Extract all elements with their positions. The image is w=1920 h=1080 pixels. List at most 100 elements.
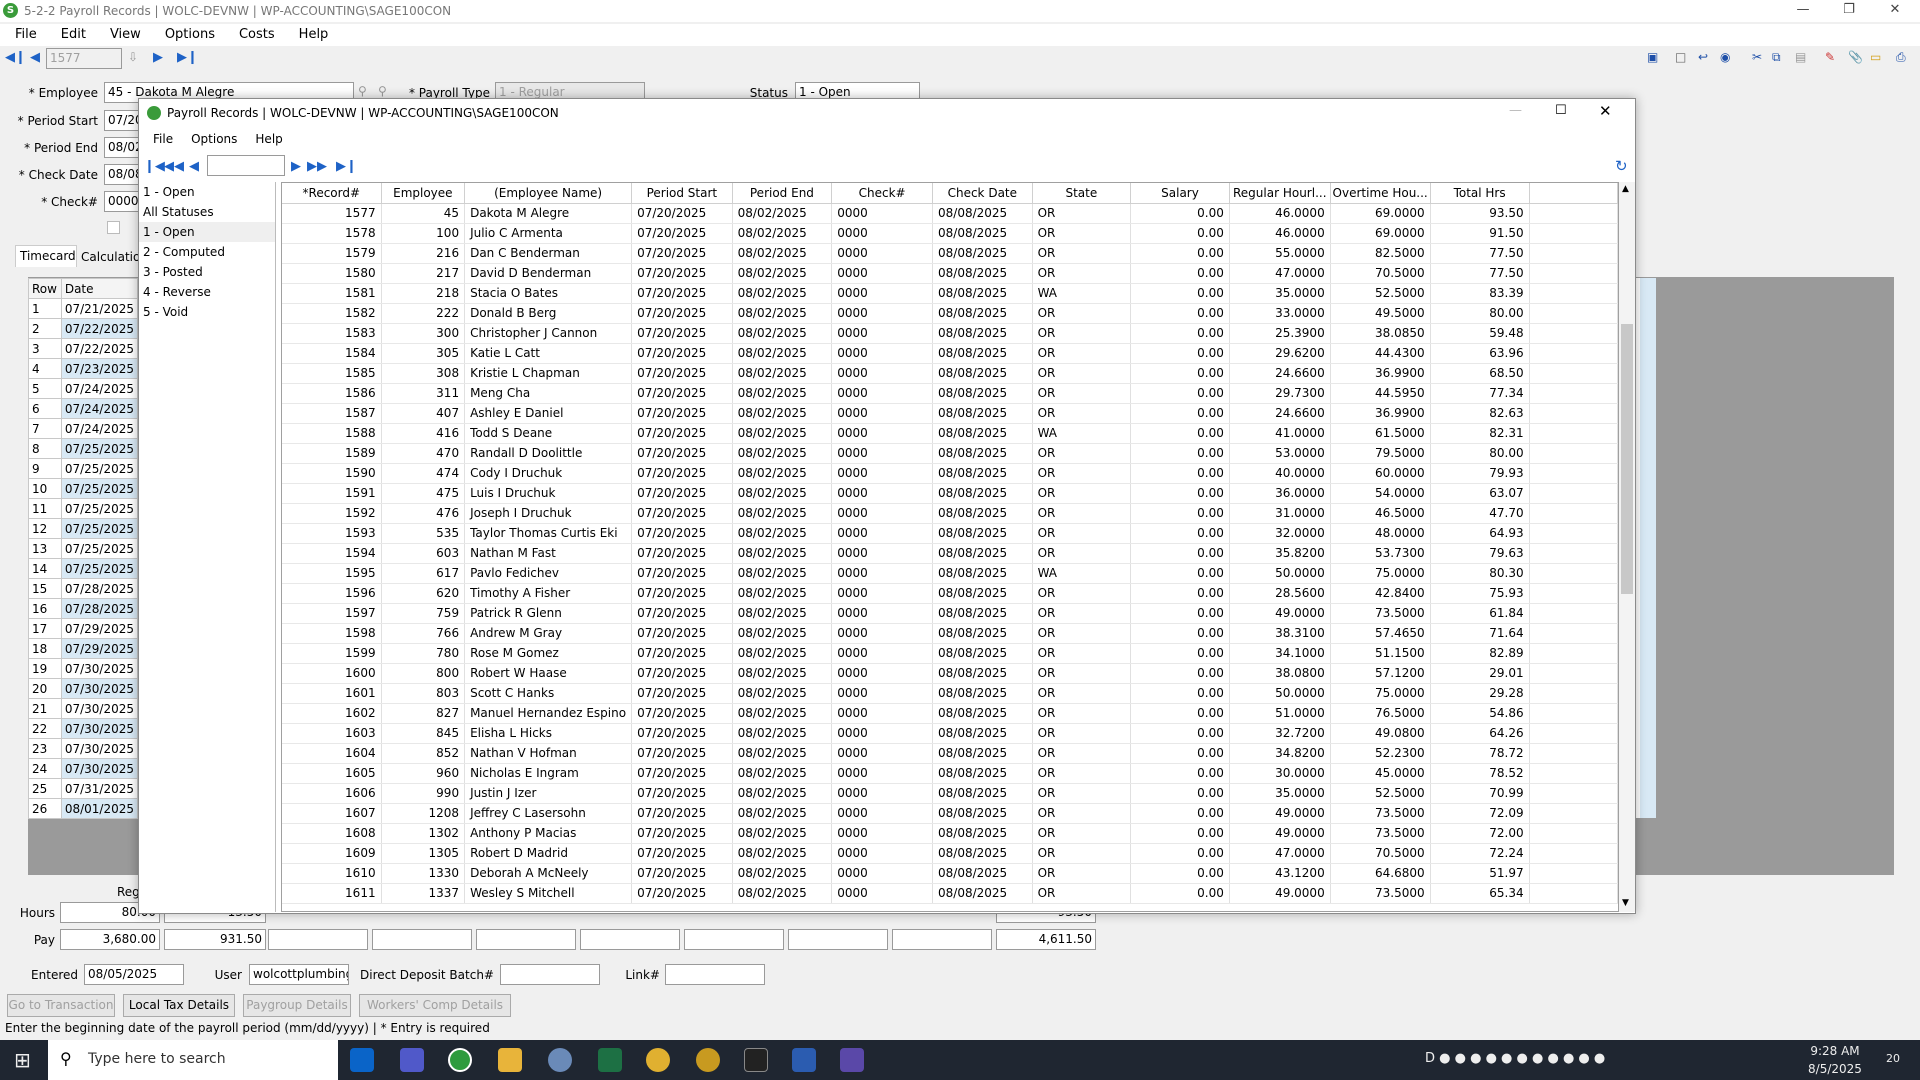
status-selected[interactable]: 1 - Open	[139, 182, 275, 202]
column-header[interactable]: Employee	[381, 183, 466, 204]
timecard-row[interactable]: 14 07/25/2025	[28, 558, 139, 579]
remote-desktop-icon[interactable]	[548, 1048, 572, 1072]
lookup-icon[interactable]: ⚲	[358, 84, 367, 98]
table-row[interactable]: 1608 1302 Anthony P Macias 07/20/2025 08/02/…	[282, 823, 1618, 844]
record-number-input[interactable]: 1577	[46, 48, 122, 69]
acrobat-icon[interactable]	[744, 1048, 768, 1072]
file-explorer-icon[interactable]	[498, 1048, 522, 1072]
dialog-last-icon[interactable]: ▶❙	[336, 159, 357, 174]
row-date[interactable]: 07/22/2025	[60, 318, 139, 339]
refresh-icon[interactable]: ↻	[1615, 157, 1628, 175]
menu-help[interactable]: Help	[284, 24, 338, 42]
timecard-row[interactable]: 18 07/29/2025	[28, 638, 139, 659]
row-date[interactable]: 07/25/2025	[60, 458, 139, 479]
timecard-row[interactable]: 23 07/30/2025	[28, 738, 139, 759]
next-record-icon[interactable]: ▶	[153, 50, 163, 65]
status-option[interactable]: All Statuses	[139, 202, 275, 222]
row-date[interactable]: 07/30/2025	[60, 758, 139, 779]
close-button[interactable]: ✕	[1872, 0, 1918, 22]
table-row[interactable]: 1610 1330 Deborah A McNeely 07/20/2025 08/02…	[282, 863, 1618, 884]
status-option[interactable]: 4 - Reverse	[139, 282, 275, 302]
row-date[interactable]: 07/24/2025	[60, 398, 139, 419]
column-header[interactable]: *Record#	[282, 183, 382, 204]
row-date[interactable]: 07/25/2025	[60, 438, 139, 459]
table-row[interactable]: 1586 311 Meng Cha 07/20/2025 08/02/2025 0000 0…	[282, 383, 1618, 404]
table-row[interactable]: 1599 780 Rose M Gomez 07/20/2025 08/02/2025 0…	[282, 643, 1618, 664]
timecard-row[interactable]: 19 07/30/2025	[28, 658, 139, 679]
teams-icon[interactable]	[400, 1048, 424, 1072]
row-date[interactable]: 07/24/2025	[60, 418, 139, 439]
status-option[interactable]: 5 - Void	[139, 302, 275, 322]
timecard-row[interactable]: 24 07/30/2025	[28, 758, 139, 779]
grid-scrollbar[interactable]: ▲ ▼	[1619, 182, 1635, 912]
app-icon-purple[interactable]	[840, 1048, 864, 1072]
table-row[interactable]: 1579 216 Dan C Benderman 07/20/2025 08/02/20…	[282, 243, 1618, 264]
restore-button[interactable]: ❐	[1826, 0, 1872, 22]
tray-icons[interactable]: D ● ● ● ● ● ● ● ● ● ● ●	[1425, 1051, 1605, 1066]
scroll-down-icon[interactable]: ▼	[1622, 898, 1629, 908]
row-date[interactable]: 07/25/2025	[60, 518, 139, 539]
column-header[interactable]: Check#	[831, 183, 934, 204]
undo-icon[interactable]: ↩	[1698, 50, 1708, 64]
prev-record-icon[interactable]: ◀	[30, 50, 40, 65]
table-row[interactable]: 1592 476 Joseph I Druchuk 07/20/2025 08/02/2…	[282, 503, 1618, 524]
dialog-menu-file[interactable]: File	[139, 129, 177, 146]
notification-count[interactable]: 20	[1886, 1052, 1900, 1065]
table-row[interactable]: 1604 852 Nathan V Hofman 07/20/2025 08/02/20…	[282, 743, 1618, 764]
table-row[interactable]: 1588 416 Todd S Deane 07/20/2025 08/02/2025 0…	[282, 423, 1618, 444]
row-date[interactable]: 07/24/2025	[60, 378, 139, 399]
cut-icon[interactable]: ✂	[1752, 50, 1762, 64]
column-header[interactable]: State	[1032, 183, 1132, 204]
timecard-row[interactable]: 21 07/30/2025	[28, 698, 139, 719]
row-date[interactable]: 07/25/2025	[60, 538, 139, 559]
row-date[interactable]: 07/31/2025	[60, 778, 139, 799]
new-icon[interactable]: □	[1675, 50, 1686, 64]
taskbar-search-box[interactable]: ⚲ Type here to search	[48, 1040, 338, 1080]
column-header[interactable]: (Employee Name)	[464, 183, 633, 204]
timecard-row[interactable]: 12 07/25/2025	[28, 518, 139, 539]
timecard-row[interactable]: 6 07/24/2025	[28, 398, 139, 419]
status-option[interactable]: 3 - Posted	[139, 262, 275, 282]
excel-icon[interactable]	[598, 1048, 622, 1072]
row-date[interactable]: 07/28/2025	[60, 578, 139, 599]
scroll-thumb[interactable]	[1621, 324, 1633, 594]
row-date[interactable]: 07/21/2025	[60, 298, 139, 319]
table-row[interactable]: 1590 474 Cody I Druchuk 07/20/2025 08/02/202…	[282, 463, 1618, 484]
copy-icon[interactable]: ⧉	[1772, 50, 1781, 65]
column-header[interactable]: Period End	[732, 183, 833, 204]
dialog-maximize-button[interactable]: ☐	[1555, 103, 1567, 118]
dialog-menu-help[interactable]: Help	[241, 129, 286, 146]
dialog-prev-page-icon[interactable]: ◀◀	[164, 159, 184, 174]
attach-icon[interactable]: 📎	[1848, 50, 1863, 64]
timecard-row[interactable]: 25 07/31/2025	[28, 778, 139, 799]
timecard-row[interactable]: 3 07/22/2025	[28, 338, 139, 359]
chrome-icon[interactable]	[646, 1048, 670, 1072]
row-date[interactable]: 07/25/2025	[60, 478, 139, 499]
table-row[interactable]: 1591 475 Luis I Druchuk 07/20/2025 08/02/202…	[282, 483, 1618, 504]
timecard-row[interactable]: 2 07/22/2025	[28, 318, 139, 339]
note-icon[interactable]: ▭	[1870, 50, 1881, 64]
go-to-transaction-button[interactable]: Go to Transaction	[7, 994, 115, 1017]
dialog-search-input[interactable]	[207, 155, 285, 176]
timecard-row[interactable]: 20 07/30/2025	[28, 678, 139, 699]
timecard-row[interactable]: 1 07/21/2025	[28, 298, 139, 319]
down-arrow-icon[interactable]: ⇩	[128, 50, 138, 64]
tab-timecard[interactable]: Timecard	[15, 245, 77, 267]
table-row[interactable]: 1606 990 Justin J Izer 07/20/2025 08/02/2025…	[282, 783, 1618, 804]
column-header[interactable]: Regular Hourl...	[1229, 183, 1331, 204]
table-row[interactable]: 1587 407 Ashley E Daniel 07/20/2025 08/02/20…	[282, 403, 1618, 424]
dialog-prev-icon[interactable]: ◀	[189, 159, 199, 174]
table-row[interactable]: 1583 300 Christopher J Cannon 07/20/2025 08/…	[282, 323, 1618, 344]
timecard-row[interactable]: 8 07/25/2025	[28, 438, 139, 459]
workers-comp-details-button[interactable]: Workers' Comp Details	[359, 994, 511, 1017]
table-row[interactable]: 1611 1337 Wesley S Mitchell 07/20/2025 08/02…	[282, 883, 1618, 904]
table-row[interactable]: 1603 845 Elisha L Hicks 07/20/2025 08/02/202…	[282, 723, 1618, 744]
table-row[interactable]: 1596 620 Timothy A Fisher 07/20/2025 08/02/2…	[282, 583, 1618, 604]
menu-options[interactable]: Options	[150, 24, 224, 42]
app-icon-yellow[interactable]	[696, 1048, 720, 1072]
windows-start-icon[interactable]: ⊞	[14, 1048, 31, 1072]
table-row[interactable]: 1589 470 Randall D Doolittle 07/20/2025 08/0…	[282, 443, 1618, 464]
column-header[interactable]: Check Date	[932, 183, 1033, 204]
paygroup-details-button[interactable]: Paygroup Details	[243, 994, 351, 1017]
timecard-row[interactable]: 9 07/25/2025	[28, 458, 139, 479]
